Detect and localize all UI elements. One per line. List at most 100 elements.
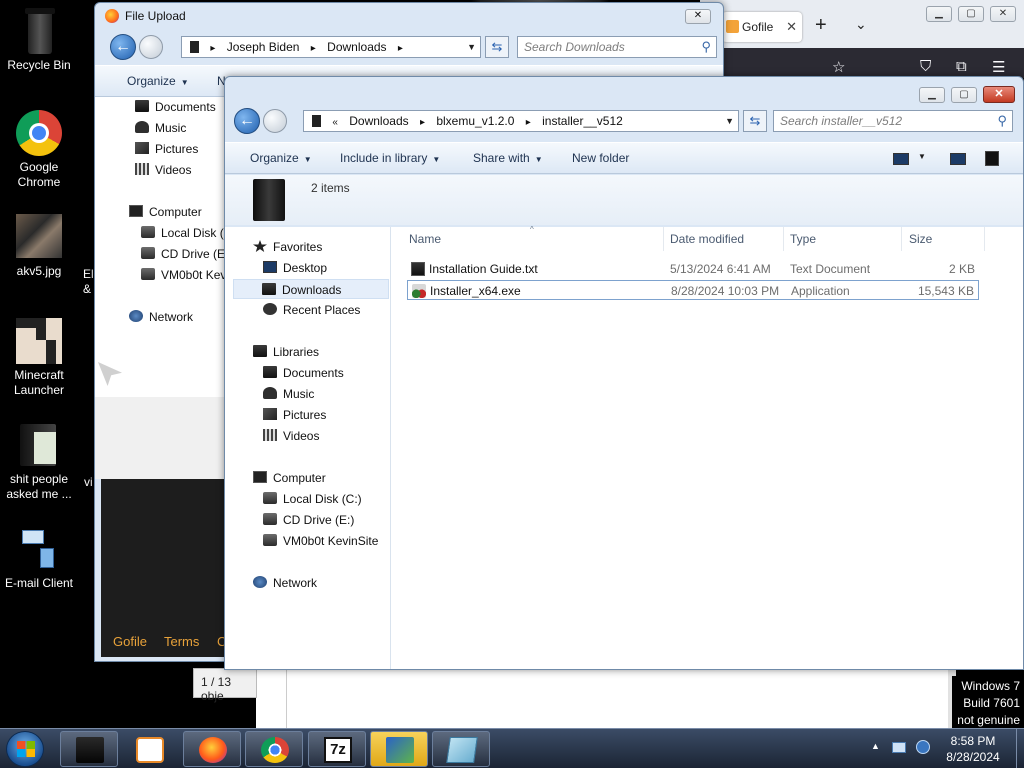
desktop-icon-shit-people-asked-me[interactable]: shit people asked me ...	[0, 422, 78, 502]
refresh-button[interactable]: ⇆	[743, 110, 767, 132]
nav-item-videos[interactable]: Videos	[263, 426, 319, 446]
pocket-icon[interactable]: ⛉	[920, 58, 931, 75]
desktop-icon-akv5-jpg[interactable]: akv5.jpg	[0, 214, 78, 279]
nav-item-vm0b0t-kevinsite[interactable]: VM0b0t KevinSite	[263, 531, 378, 551]
nav-item-pictures[interactable]: Pictures	[135, 139, 198, 159]
search-input[interactable]: Search installer__v512 ⚲	[773, 110, 1013, 132]
address-bar[interactable]: « Downloads ▸ blxemu_v1.2.0 ▸ installer_…	[303, 110, 739, 132]
organize-button[interactable]: Organize ▼	[127, 74, 189, 88]
desktop-icon-label: shit people asked me ...	[6, 472, 72, 501]
bookmark-star-icon[interactable]: ☆	[832, 58, 845, 76]
nav-item-local-disk[interactable]: Local Disk (C:)	[263, 489, 362, 509]
taskbar-button-tablet-app[interactable]	[432, 731, 490, 767]
breadcrumb-segment[interactable]: installer__v512	[542, 111, 623, 131]
volume-icon[interactable]	[916, 740, 930, 754]
nav-network[interactable]: Network	[253, 573, 317, 593]
7zip-icon: 7z	[324, 737, 352, 763]
nav-item-music[interactable]: Music	[263, 384, 314, 404]
file-size: 15,543 KB	[917, 284, 974, 298]
nav-item-cd-drive[interactable]: CD Drive (E:)	[263, 510, 354, 530]
view-options-chevron-icon[interactable]: ▼	[918, 152, 926, 161]
column-header-date-modified[interactable]: Date modified	[670, 227, 744, 251]
back-button[interactable]: ←	[110, 34, 136, 60]
forward-button[interactable]	[139, 35, 163, 59]
column-header-size[interactable]: Size	[909, 227, 932, 251]
taskbar-button-explorer[interactable]	[60, 731, 118, 767]
overflow-chevron-icon[interactable]: «	[332, 113, 338, 133]
nav-item-desktop[interactable]: Desktop	[263, 258, 327, 278]
help-icon[interactable]	[985, 151, 999, 166]
nav-favorites[interactable]: Favorites	[253, 237, 322, 257]
chevron-down-icon[interactable]: ▼	[725, 111, 734, 131]
taskbar-button-7zip[interactable]: 7z	[308, 731, 366, 767]
forward-button[interactable]	[263, 109, 287, 133]
show-desktop-button[interactable]	[1016, 729, 1024, 768]
nav-item-pictures[interactable]: Pictures	[263, 405, 326, 425]
share-with-button[interactable]: Share with ▼	[473, 151, 543, 165]
desktop-icon-google-chrome[interactable]: Google Chrome	[0, 110, 78, 190]
text-file-icon	[411, 262, 425, 276]
footer-link-terms[interactable]: Terms	[164, 634, 199, 649]
column-header-name[interactable]: Name	[409, 227, 441, 251]
taskbar-button-media-player[interactable]	[120, 731, 178, 767]
nav-item-videos[interactable]: Videos	[135, 160, 191, 180]
organize-button[interactable]: Organize ▼	[250, 151, 312, 165]
change-view-icon[interactable]	[893, 153, 909, 165]
nav-item-music[interactable]: Music	[135, 118, 186, 138]
new-tab-icon[interactable]: +	[815, 14, 827, 37]
footer-link-gofile[interactable]: Gofile	[113, 634, 147, 649]
desktop-icon-email-client[interactable]: E-mail Client	[0, 526, 78, 591]
breadcrumb-segment[interactable]: blxemu_v1.2.0	[436, 111, 514, 131]
close-button[interactable]: ✕	[685, 9, 711, 24]
desktop-icon-minecraft-launcher[interactable]: Minecraft Launcher	[0, 318, 78, 398]
desktop-icon-recycle-bin[interactable]: Recycle Bin	[0, 8, 78, 73]
nav-computer[interactable]: Computer	[253, 468, 326, 488]
nav-item-computer[interactable]: Computer	[129, 202, 202, 222]
menu-icon[interactable]: ☰	[992, 58, 1005, 76]
include-in-library-button[interactable]: Include in library ▼	[340, 151, 440, 165]
chrome-icon	[261, 737, 289, 763]
nav-item-downloads[interactable]: Downloads	[233, 279, 389, 299]
address-bar[interactable]: ▸ Joseph Biden ▸ Downloads ▸ ▼	[181, 36, 481, 58]
breadcrumb-segment[interactable]: Joseph Biden	[227, 37, 300, 57]
nav-item-network[interactable]: Network	[129, 307, 193, 327]
back-button[interactable]: ←	[234, 108, 260, 134]
maximize-button[interactable]: ▢	[951, 87, 977, 103]
file-row[interactable]: Installation Guide.txt 5/13/2024 6:41 AM…	[407, 259, 979, 279]
search-input[interactable]: Search Downloads ⚲	[517, 36, 717, 58]
close-button[interactable]: ✕	[983, 86, 1015, 103]
file-type: Application	[791, 284, 850, 298]
dialog-title-bar: File Upload ✕	[95, 3, 723, 29]
chevron-down-icon[interactable]: ▼	[467, 37, 476, 57]
new-folder-button[interactable]: New folder	[572, 151, 629, 165]
minimize-button[interactable]: ▁	[926, 6, 952, 22]
extensions-icon[interactable]: ⧉	[956, 58, 967, 75]
refresh-button[interactable]: ⇆	[485, 36, 509, 58]
system-clock[interactable]: 8:58 PM 8/28/2024	[930, 733, 1016, 765]
show-hidden-icons-chevron-icon[interactable]: ▲	[871, 741, 880, 751]
start-button[interactable]	[6, 731, 44, 767]
network-status-icon[interactable]	[892, 742, 906, 753]
breadcrumb-segment[interactable]: Downloads	[327, 37, 386, 57]
nav-item-recent-places[interactable]: Recent Places	[263, 300, 360, 320]
taskbar-button-chrome[interactable]	[245, 731, 303, 767]
nav-item-local-disk[interactable]: Local Disk (C	[141, 223, 232, 243]
close-button[interactable]: ✕	[990, 6, 1016, 22]
minimize-button[interactable]: ▁	[919, 87, 945, 103]
close-tab-icon[interactable]: ✕	[786, 12, 797, 42]
nav-libraries[interactable]: Libraries	[253, 342, 319, 362]
firefox-tab[interactable]: Gofile ✕	[722, 12, 802, 42]
preview-pane-icon[interactable]	[950, 153, 966, 165]
taskbar-button-notepad-app[interactable]	[370, 731, 428, 767]
nav-item-documents[interactable]: Documents	[135, 97, 216, 117]
maximize-button[interactable]: ▢	[958, 6, 984, 22]
nav-item-vm0b0t[interactable]: VM0b0t Kev	[141, 265, 226, 285]
file-row[interactable]: Installer_x64.exe 8/28/2024 10:03 PM App…	[407, 280, 979, 300]
breadcrumb-segment[interactable]: Downloads	[349, 111, 408, 131]
music-icon	[263, 387, 277, 399]
nav-item-cd-drive[interactable]: CD Drive (E:	[141, 244, 228, 264]
nav-item-documents[interactable]: Documents	[263, 363, 344, 383]
taskbar-button-firefox[interactable]	[183, 731, 241, 767]
list-tabs-chevron-icon[interactable]: ⌄	[855, 16, 867, 33]
column-header-type[interactable]: Type	[790, 227, 816, 251]
